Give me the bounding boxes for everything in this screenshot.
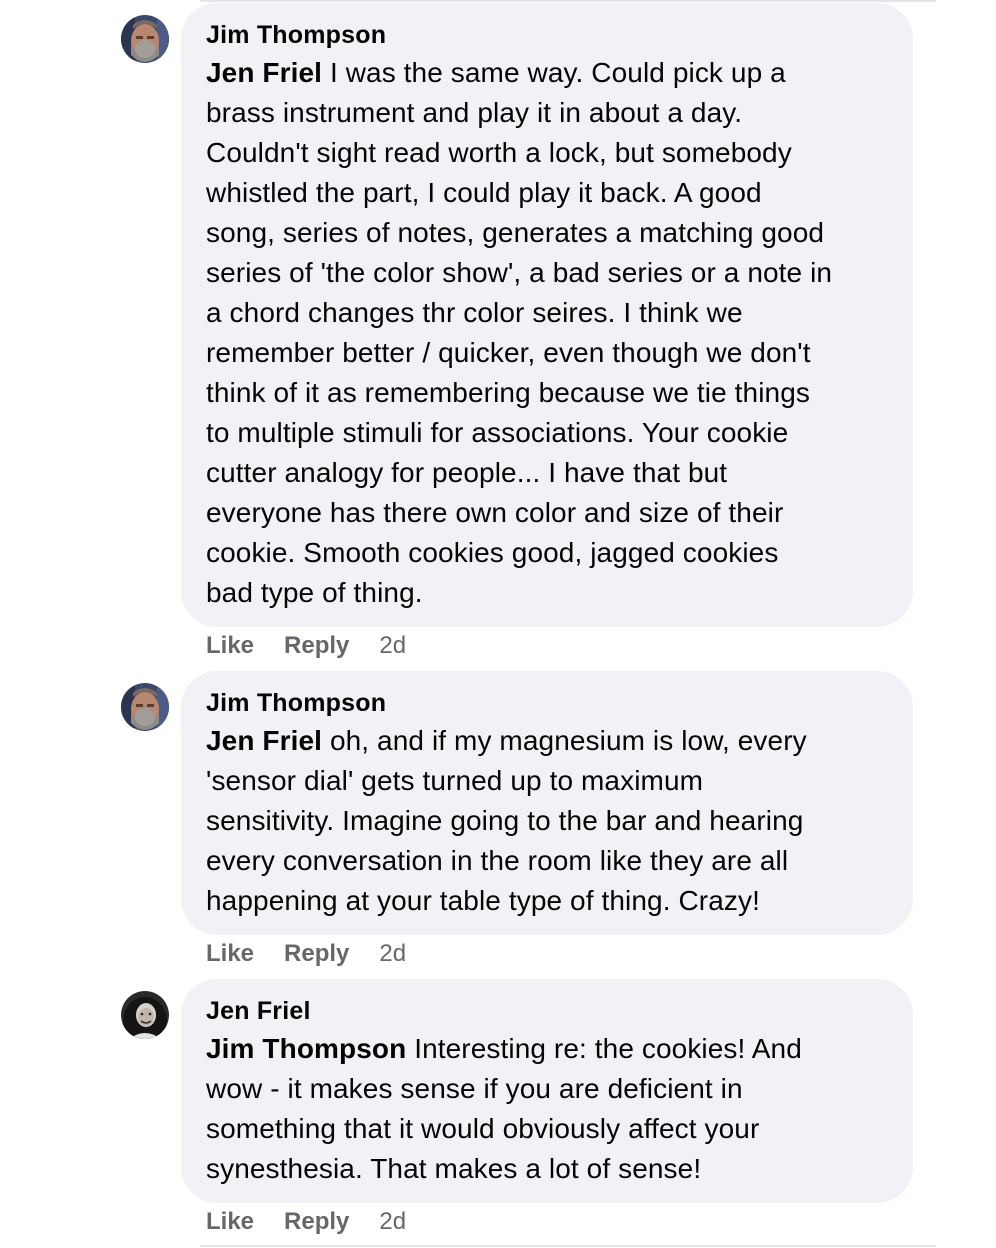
comment-line: every conversation in the room like they… [206,845,789,876]
comment-line: bad type of thing. [206,577,423,608]
comment-line: sensitivity. Imagine going to the bar an… [206,805,804,836]
reply-button[interactable]: Reply [284,939,349,969]
comment-line: think of it as remembering because we ti… [206,377,810,408]
avatar[interactable] [121,991,169,1039]
mention-link[interactable]: Jen Friel [206,57,322,88]
comment-line: series of 'the color show', a bad series… [206,257,833,288]
comment-author[interactable]: Jim Thompson [206,687,893,721]
comment-line: something that it would obviously affect… [206,1113,760,1144]
comment-line: Jim Thompson Interesting re: the cookies… [206,1029,893,1069]
comment-author[interactable]: Jim Thompson [206,19,893,53]
reply-button[interactable]: Reply [284,1207,349,1237]
comment-actions: Like Reply 2d [206,631,406,661]
comment-timestamp[interactable]: 2d [379,631,406,661]
comment-line: brass instrument and play it in about a … [206,97,743,128]
comment-author[interactable]: Jen Friel [206,995,893,1029]
comment-timestamp[interactable]: 2d [379,939,406,969]
avatar[interactable] [121,15,169,63]
comment-line: 'sensor dial' gets turned up to maximum [206,765,704,796]
mention-link[interactable]: Jen Friel [206,725,322,756]
comment-line: everyone has there own color and size of… [206,497,784,528]
comment-line-text: Interesting re: the cookies! And [406,1033,802,1064]
reply-button[interactable]: Reply [284,631,349,661]
thread-divider-top [200,0,936,2]
like-button[interactable]: Like [206,1207,254,1237]
comment-line-text: I was the same way. Could pick up a [322,57,786,88]
comment-line: remember better / quicker, even though w… [206,337,811,368]
comment-actions: Like Reply 2d [206,939,406,969]
comment-line: synesthesia. That makes a lot of sense! [206,1153,702,1184]
comment-line-text: oh, and if my magnesium is low, every [322,725,807,756]
comment-bubble: Jen Friel Jim Thompson Interesting re: t… [181,979,913,1203]
comment-text: Jen Friel oh, and if my magnesium is low… [206,721,893,921]
thread-divider-bottom [200,1245,936,1247]
avatar-jen-friel-image [121,991,169,1039]
comment-line: to multiple stimuli for associations. Yo… [206,417,789,448]
comment-line: cookie. Smooth cookies good, jagged cook… [206,537,779,568]
comment-bubble: Jim Thompson Jen Friel oh, and if my mag… [181,671,913,935]
comment-text: Jen Friel I was the same way. Could pick… [206,53,893,613]
like-button[interactable]: Like [206,939,254,969]
avatar-jim-thompson-image [121,683,169,731]
comment-line: a chord changes thr color seires. I thin… [206,297,743,328]
comment-timestamp[interactable]: 2d [379,1207,406,1237]
comment-line: Couldn't sight read worth a lock, but so… [206,137,792,168]
comment-line: happening at your table type of thing. C… [206,885,760,916]
comment-line: Jen Friel oh, and if my magnesium is low… [206,721,893,761]
comment-bubble: Jim Thompson Jen Friel I was the same wa… [181,3,913,627]
comment-text: Jim Thompson Interesting re: the cookies… [206,1029,893,1189]
comment-line: song, series of notes, generates a match… [206,217,825,248]
avatar-jim-thompson-image [121,15,169,63]
comment-line: Jen Friel I was the same way. Could pick… [206,53,893,93]
mention-link[interactable]: Jim Thompson [206,1033,406,1064]
comment-line: whistled the part, I could play it back.… [206,177,762,208]
avatar[interactable] [121,683,169,731]
like-button[interactable]: Like [206,631,254,661]
comment-actions: Like Reply 2d [206,1207,406,1237]
comment-line: wow - it makes sense if you are deficien… [206,1073,743,1104]
comment-line: cutter analogy for people... I have that… [206,457,728,488]
